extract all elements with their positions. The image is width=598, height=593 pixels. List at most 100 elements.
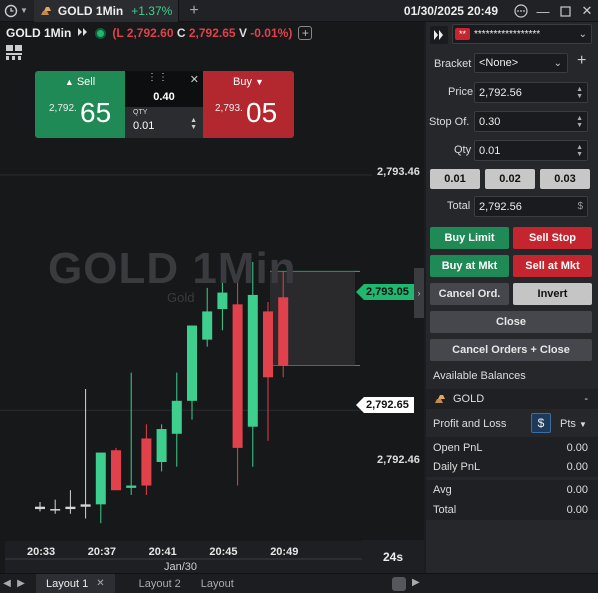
invert-button[interactable]: Invert: [513, 283, 592, 305]
candle-body: [156, 429, 167, 462]
daily-pnl-label: Daily PnL: [433, 461, 481, 473]
total-pnl-label: Total: [433, 504, 457, 516]
chart-title: GOLD 1Min: [6, 26, 72, 40]
stop-offset-value: 0.30: [479, 115, 501, 128]
symbol-tab-label: GOLD 1Min: [57, 3, 124, 18]
symbol-change: +1.37%: [131, 3, 173, 18]
spinner-icon[interactable]: ▲ ▼: [576, 144, 583, 158]
chevron-right-icon[interactable]: ▶: [14, 578, 28, 589]
stop-offset-label: Stop Of.: [429, 116, 470, 128]
symbol-tab[interactable]: GOLD 1Min +1.37%: [33, 0, 180, 22]
chart-panel[interactable]: 20:33 20:37 20:41 20:45 20:49 Jan/30 GOLD 1Mi…: [0, 22, 424, 573]
buy-label: Buy ▼: [233, 76, 264, 88]
time-tick-label: 20:37: [88, 546, 116, 558]
chevron-down-icon[interactable]: ▼: [20, 6, 28, 15]
sell-label: ▲ Sell: [64, 76, 96, 88]
order-panel: ** ***************** ⌄ Bracket <None> ⌄ …: [426, 22, 598, 573]
bracket-value: <None>: [479, 57, 519, 69]
ohlc-change: -0.01%: [250, 26, 289, 40]
bracket-select[interactable]: <None> ⌄: [474, 53, 568, 73]
chevron-down-icon: ⌄: [553, 57, 562, 69]
ohlc-close: 2,792.65: [188, 26, 236, 40]
cancel-orders-close-button[interactable]: Cancel Orders + Close: [430, 339, 592, 361]
close-widget-icon[interactable]: ✕: [190, 73, 199, 86]
chevron-left-icon[interactable]: ◀: [0, 578, 14, 589]
buy-button[interactable]: Buy ▼ 2,793. 05: [203, 71, 294, 138]
date-label: Jan/30: [164, 561, 197, 573]
add-tab-button[interactable]: +: [189, 2, 198, 20]
minimize-icon[interactable]: —: [532, 0, 554, 22]
qty-input[interactable]: 0.01 ▲ ▼: [474, 140, 588, 161]
chart-header: GOLD 1Min (L 2,792.60 C 2,792.65 V -0.01…: [0, 22, 424, 44]
close-icon[interactable]: ✕: [576, 0, 598, 22]
ohlc-readout: (L 2,792.60 C 2,792.65 V -0.01%): [112, 26, 292, 40]
available-balances-heading: Available Balances: [433, 370, 526, 382]
balance-row: GOLD -: [426, 389, 598, 409]
price-value: 2,792.56: [479, 86, 522, 99]
scroll-thumb[interactable]: [392, 577, 406, 591]
ohlc-vol-label: V: [238, 26, 247, 40]
points-toggle-button[interactable]: Pts ▼: [560, 418, 587, 430]
candle-body: [65, 506, 76, 510]
close-tab-icon[interactable]: ✕: [96, 578, 104, 589]
currency-toggle-button[interactable]: $: [531, 413, 551, 433]
sell-at-market-button[interactable]: Sell at Mkt: [513, 255, 592, 277]
stop-offset-input[interactable]: 0.30 ▲ ▼: [474, 111, 588, 132]
time-tick-label: 20:45: [209, 546, 237, 558]
sell-price-big: 65: [80, 97, 112, 128]
ask-price-tag: 2,793.05: [356, 284, 414, 300]
profit-loss-heading: Profit and Loss: [433, 418, 507, 430]
account-select[interactable]: ** ***************** ⌄: [452, 24, 592, 44]
maximize-icon[interactable]: [554, 0, 576, 22]
more-icon[interactable]: [510, 0, 532, 22]
buy-limit-button[interactable]: Buy Limit: [430, 227, 509, 249]
countdown-timer: 24s: [362, 540, 424, 573]
tab-layout-2-label: Layout 2: [138, 577, 181, 590]
spinner-icon[interactable]: ▲ ▼: [576, 86, 583, 100]
collapse-panel-handle[interactable]: ›: [414, 268, 424, 318]
add-indicator-button[interactable]: +: [298, 26, 313, 40]
spinner-icon[interactable]: ▲ ▼: [576, 115, 583, 129]
avg-block: Avg 0.00 Total 0.00: [426, 480, 598, 520]
ask-price-label: 2,793.05: [366, 286, 409, 298]
total-label: Total: [447, 200, 471, 212]
price-label: Price: [448, 86, 474, 98]
qty-stepper[interactable]: QTY 0.01 ▲ ▼: [125, 107, 203, 138]
bracket-label: Bracket: [434, 58, 472, 70]
account-row: ** ***************** ⌄: [426, 24, 598, 46]
chevron-right-icon[interactable]: ▶: [412, 577, 420, 588]
gold-bars-icon: [40, 6, 51, 15]
close-position-button[interactable]: Close: [430, 311, 592, 333]
tab-layout-2[interactable]: Layout 2: [129, 574, 191, 593]
open-pnl-value: 0.00: [566, 442, 588, 454]
total-currency: $: [577, 201, 583, 212]
tab-layout-3[interactable]: Layout: [191, 574, 244, 593]
candle-body: [171, 400, 182, 434]
add-bracket-button[interactable]: +: [577, 52, 586, 70]
last-price-tag: 2,792.65: [356, 397, 414, 413]
total-input[interactable]: 2,792.56 $: [474, 196, 588, 217]
quick-qty-button-2[interactable]: 0.02: [485, 169, 535, 189]
candle-body: [247, 294, 258, 427]
fast-forward-icon[interactable]: [77, 27, 89, 40]
drag-handle-icon[interactable]: ⋮⋮: [147, 72, 169, 83]
candle-body: [111, 450, 121, 491]
qty-label: QTY: [133, 109, 148, 116]
candle-body: [95, 452, 106, 505]
buy-at-market-button[interactable]: Buy at Mkt: [430, 255, 509, 277]
price-input[interactable]: 2,792.56 ▲ ▼: [474, 82, 588, 103]
tab-layout-1[interactable]: Layout 1 ✕: [36, 573, 115, 593]
sell-stop-button[interactable]: Sell Stop: [513, 227, 592, 249]
cancel-orders-button[interactable]: Cancel Ord.: [430, 283, 509, 305]
gold-bars-icon: [435, 395, 445, 403]
chevron-down-icon: ⌄: [578, 28, 587, 40]
spinner-icon[interactable]: ▲ ▼: [190, 117, 197, 131]
clock-icon[interactable]: [0, 0, 22, 22]
quick-qty-button-3[interactable]: 0.03: [540, 169, 590, 189]
fast-forward-icon[interactable]: [430, 26, 448, 47]
avg-value: 0.00: [566, 484, 588, 496]
balance-symbol: GOLD: [453, 393, 485, 405]
sell-button[interactable]: ▲ Sell 2,792. 65: [35, 71, 125, 138]
quick-qty-button-1[interactable]: 0.01: [430, 169, 480, 189]
layout-grid-icon[interactable]: [6, 45, 22, 63]
